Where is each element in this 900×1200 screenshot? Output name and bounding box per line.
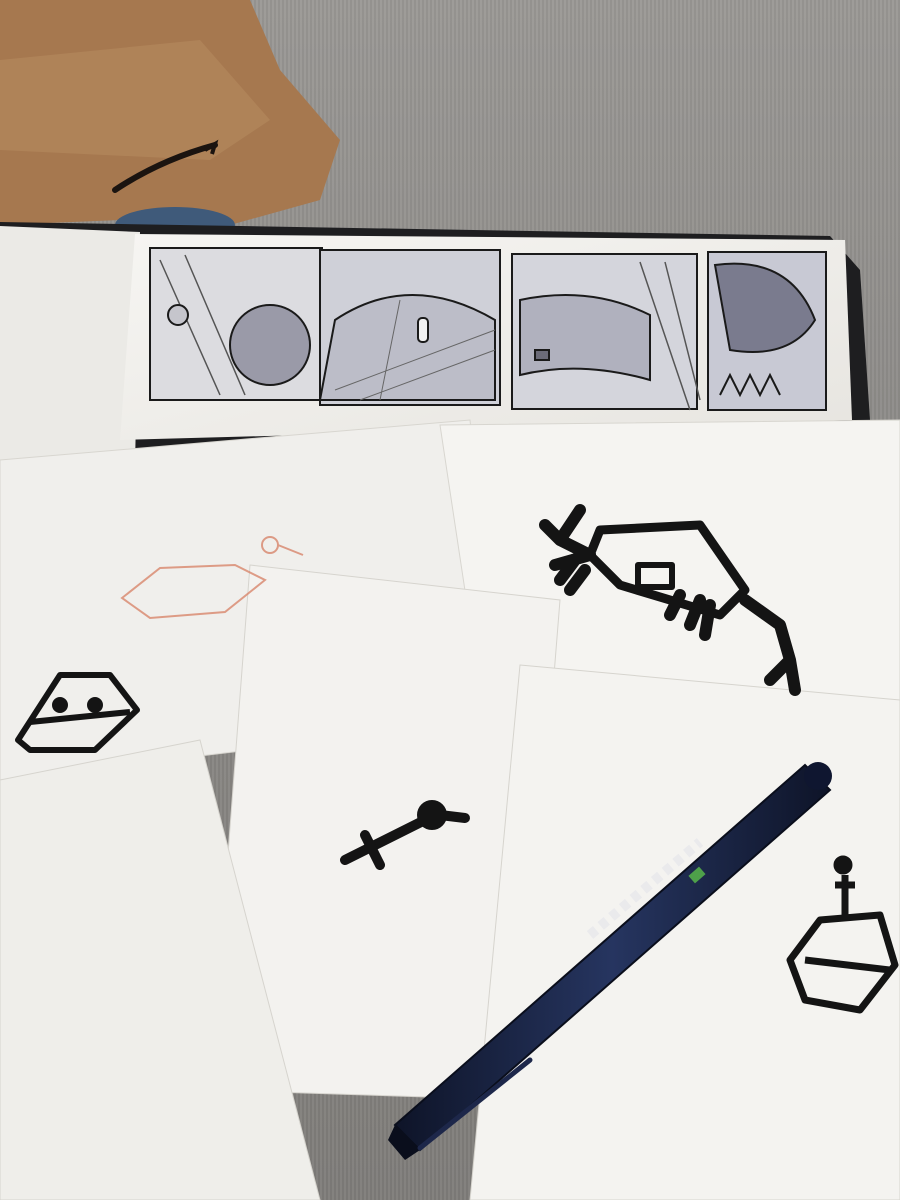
carpet-background xyxy=(0,0,900,1200)
photo-scene xyxy=(0,0,900,1200)
